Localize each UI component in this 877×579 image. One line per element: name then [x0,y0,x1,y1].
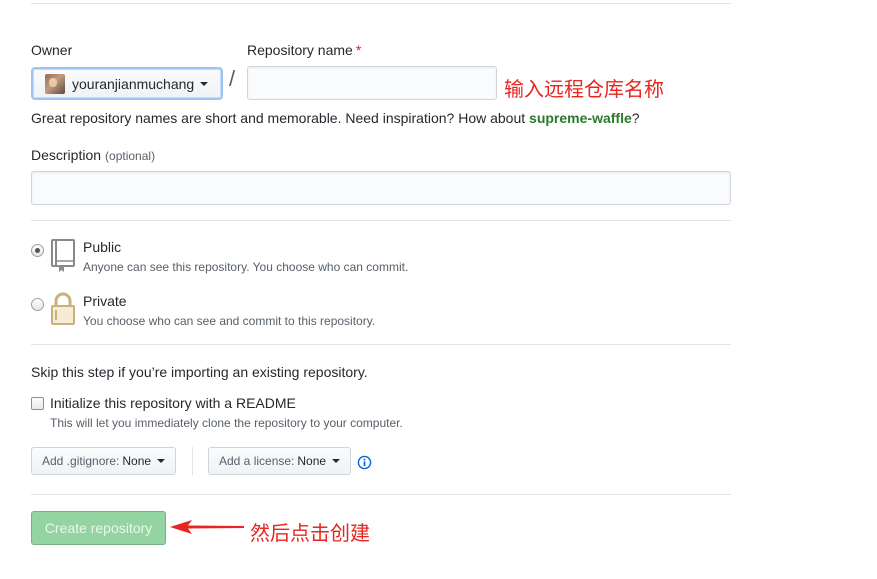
chevron-down-icon [157,459,166,463]
repo-name-annotation: 输入远程仓库名称 [504,77,664,101]
avatar [45,73,65,94]
create-annotation: 然后点击创建 [250,521,370,545]
license-select-button[interactable]: Add a license: None [208,447,352,475]
private-radio[interactable] [31,298,44,311]
repo-icon [50,239,76,276]
owner-select-button[interactable]: youranjianmuchang [31,67,223,100]
repo-name-hint: Great repository names are short and mem… [31,110,640,126]
lock-icon [50,292,76,329]
repo-name-label-group: Repository name * [247,42,361,58]
owner-label: Owner [31,42,73,58]
divider [31,220,731,221]
private-title: Private [83,293,127,309]
public-note: Anyone can see this repository. You choo… [83,260,409,274]
info-icon[interactable] [357,455,372,473]
description-input[interactable] [31,171,731,205]
license-value: None [297,454,327,468]
readme-label[interactable]: Initialize this repository with a README [50,395,296,411]
chevron-down-icon [332,459,341,463]
select-separator [192,447,193,475]
owner-username: youranjianmuchang [72,75,195,92]
chevron-down-icon [200,81,209,86]
gitignore-select-button[interactable]: Add .gitignore: None [31,447,177,475]
hint-suffix: ? [631,110,640,126]
required-marker: * [355,42,362,58]
gitignore-value: None [122,454,152,468]
description-label: Description [31,147,102,163]
repo-name-label: Repository name [247,42,353,58]
top-divider [31,3,731,4]
repo-name-input[interactable] [247,66,497,100]
optional-tag: (optional) [105,149,156,163]
divider [31,494,731,495]
hint-text: Great repository names are short and mem… [31,110,526,126]
create-repository-button[interactable]: Create repository [31,511,166,545]
owner-repo-separator: / [229,66,236,91]
divider [31,344,731,345]
import-hint: Skip this step if you’re importing an ex… [31,364,368,380]
arrow-left-icon [170,517,244,540]
license-label: Add a license: [219,454,295,468]
name-suggestion-link[interactable]: supreme-waffle [529,110,632,126]
gitignore-label: Add .gitignore: [42,454,120,468]
private-note: You choose who can see and commit to thi… [83,314,376,328]
description-label-group: Description (optional) [31,147,155,163]
new-repository-form: Owner Repository name * youranjianmuchang… [0,0,877,579]
public-title: Public [83,239,122,255]
public-radio[interactable] [31,244,44,257]
readme-checkbox[interactable] [31,397,44,410]
readme-note: This will let you immediately clone the … [50,416,403,430]
